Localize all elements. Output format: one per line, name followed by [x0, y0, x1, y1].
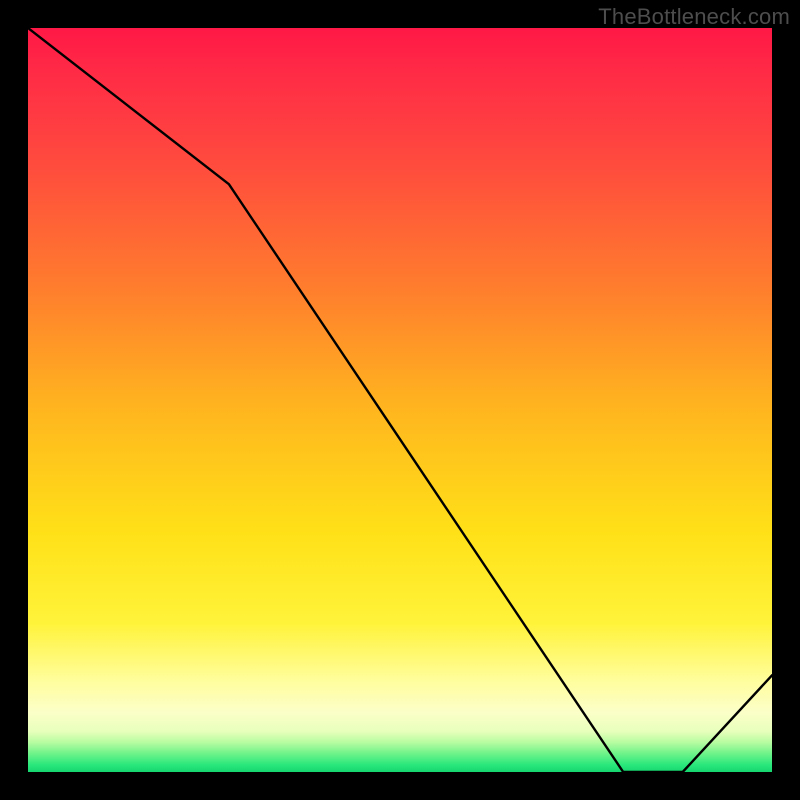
bottleneck-line: [28, 28, 772, 772]
watermark-text: TheBottleneck.com: [598, 4, 790, 30]
chart-frame: TheBottleneck.com: [0, 0, 800, 800]
plot-area: [28, 28, 772, 772]
